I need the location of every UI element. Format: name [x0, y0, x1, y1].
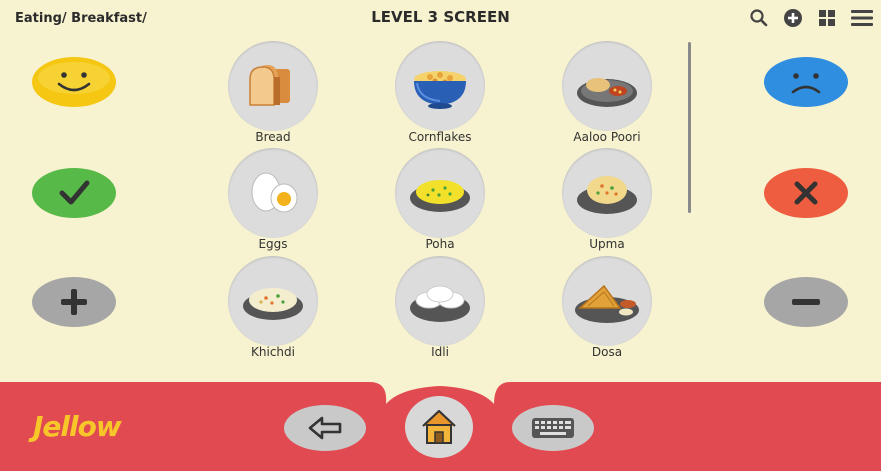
happy-face-icon: [32, 57, 116, 107]
tile-label: Cornflakes: [408, 130, 472, 144]
aaloo-poori-plate-icon: [562, 41, 652, 131]
tile-label: Khichdi: [251, 345, 295, 359]
home-icon: [405, 396, 473, 458]
tile-label: Idli: [431, 345, 449, 359]
keyboard-icon: [512, 405, 594, 451]
idli-plate-icon: [395, 256, 485, 346]
menu-icon[interactable]: [851, 8, 873, 28]
bread-icon: [228, 41, 318, 131]
tile-label: Poha: [425, 237, 455, 251]
home-button[interactable]: [405, 396, 473, 458]
jellow-logo: Jellow: [33, 410, 122, 443]
back-arrow-icon: [284, 405, 366, 451]
sad-face-icon: [764, 57, 848, 107]
tile-eggs[interactable]: Eggs: [218, 148, 328, 258]
tile-cornflakes[interactable]: Cornflakes: [385, 41, 495, 151]
khichdi-plate-icon: [228, 256, 318, 346]
tile-label: Aaloo Poori: [573, 130, 641, 144]
like-button[interactable]: [31, 56, 117, 108]
tile-upma[interactable]: Upma: [552, 148, 662, 258]
tile-dosa[interactable]: Dosa: [552, 256, 662, 366]
cornflakes-bowl-icon: [395, 41, 485, 131]
yes-button[interactable]: [31, 167, 117, 219]
check-icon: [32, 168, 116, 218]
less-button[interactable]: [763, 276, 849, 328]
grid-icon[interactable]: [817, 8, 837, 28]
tile-label: Dosa: [591, 345, 623, 359]
poha-plate-icon: [395, 148, 485, 238]
tile-khichdi[interactable]: Khichdi: [218, 256, 328, 366]
tile-idli[interactable]: Idli: [385, 256, 495, 366]
no-button[interactable]: [763, 167, 849, 219]
dislike-button[interactable]: [763, 56, 849, 108]
tile-label: Bread: [255, 130, 291, 144]
top-icon-group: [749, 8, 873, 28]
upma-plate-icon: [562, 148, 652, 238]
add-circle-icon[interactable]: [783, 8, 803, 28]
more-button[interactable]: [31, 276, 117, 328]
dosa-plate-icon: [562, 256, 652, 346]
tile-bread[interactable]: Bread: [218, 41, 328, 151]
scrollbar[interactable]: [688, 42, 691, 213]
tile-aaloo-poori[interactable]: Aaloo Poori: [552, 41, 662, 151]
search-icon[interactable]: [749, 8, 769, 28]
tile-label: Upma: [589, 237, 625, 251]
keyboard-button[interactable]: [512, 405, 594, 451]
minus-icon: [764, 277, 848, 327]
back-button[interactable]: [284, 405, 366, 451]
tile-label: Eggs: [258, 237, 288, 251]
tile-poha[interactable]: Poha: [385, 148, 495, 258]
plus-icon: [32, 277, 116, 327]
top-bar: Eating/ Breakfast/ LEVEL 3 SCREEN: [0, 0, 881, 36]
eggs-icon: [228, 148, 318, 238]
cross-icon: [764, 168, 848, 218]
